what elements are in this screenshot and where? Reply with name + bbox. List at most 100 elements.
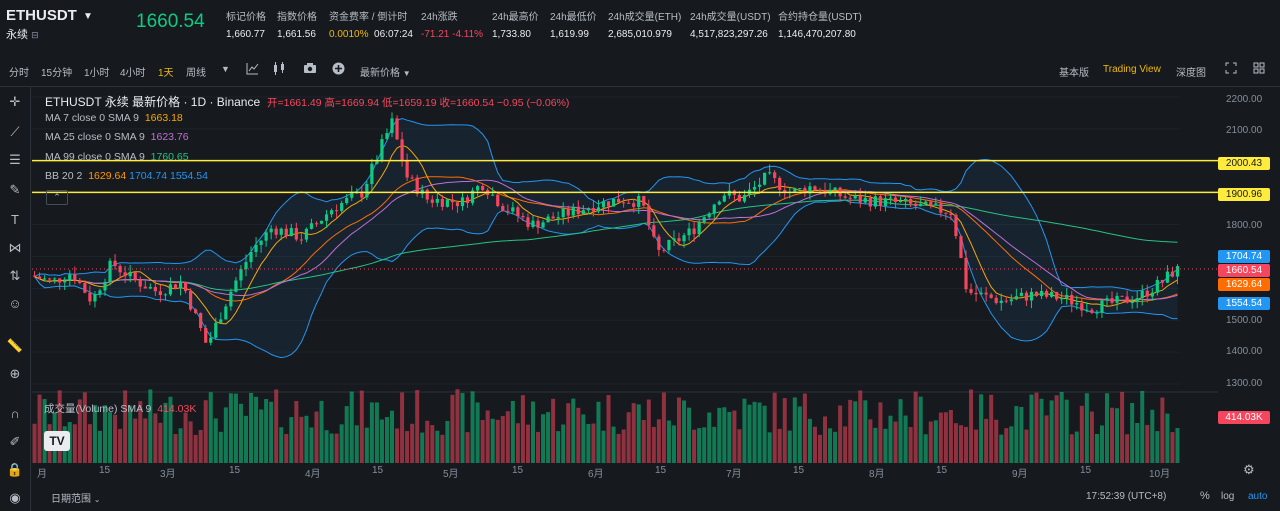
interval-more-icon[interactable]: ▼	[221, 64, 230, 74]
pattern-icon[interactable]: ⋈	[5, 238, 25, 258]
symbol-dropdown-icon[interactable]: ▼	[83, 11, 93, 22]
legend-collapse-icon[interactable]: ⌃	[46, 190, 68, 205]
candle-style-icon[interactable]	[272, 62, 288, 78]
price-chart[interactable]	[32, 87, 1218, 465]
legend-ma7: MA 7 close 0 SMA 9 1663.18	[45, 112, 183, 124]
view-depth[interactable]: 深度图	[1176, 64, 1206, 79]
candle-body	[390, 118, 394, 134]
interval-4h[interactable]: 4小时	[120, 64, 146, 79]
candle-body	[98, 290, 102, 295]
interval-1w[interactable]: 周线	[186, 64, 206, 79]
volume-bar	[460, 392, 465, 463]
candle-body	[742, 195, 747, 202]
volume-bar	[586, 424, 591, 463]
last-price: 1660.54	[136, 11, 205, 32]
volume-bar	[515, 423, 520, 463]
candle-body	[1070, 294, 1074, 305]
volume-bar	[958, 425, 963, 463]
bb-mid-tag: 1629.64	[1218, 278, 1270, 291]
zoom-icon[interactable]: ⊕	[5, 364, 25, 384]
view-tradingview[interactable]: Trading View	[1103, 64, 1161, 75]
interval-1d[interactable]: 1天	[158, 64, 174, 79]
magnet-icon[interactable]: ∩	[5, 404, 25, 424]
volume-bar	[97, 430, 102, 463]
candle-body	[319, 220, 324, 224]
volume-bar	[1125, 434, 1130, 463]
volume-bar	[742, 398, 747, 463]
price-type-select[interactable]: 最新价格 ▼	[360, 64, 411, 79]
volume-bar	[485, 410, 490, 463]
candle-body	[692, 228, 696, 235]
percent-toggle[interactable]: %	[1200, 490, 1210, 502]
measure-icon[interactable]: ⇅	[5, 266, 25, 286]
volume-bar	[223, 407, 228, 463]
trend-line-icon[interactable]: ⟋	[5, 122, 25, 142]
emoji-icon[interactable]: ☺	[5, 294, 25, 314]
camera-icon[interactable]	[303, 62, 317, 77]
volume-bar	[153, 413, 158, 463]
volume-bar	[707, 412, 712, 463]
interval-time[interactable]: 分时	[9, 64, 29, 79]
candle-body	[1160, 279, 1164, 283]
volume-bar	[269, 401, 274, 463]
auto-toggle[interactable]: auto	[1248, 491, 1267, 502]
candle-body	[435, 198, 439, 203]
candle-body	[576, 206, 580, 214]
symbol-name[interactable]: ETHUSDT	[6, 7, 77, 24]
time-axis-tick: 6月	[588, 469, 604, 480]
volume-bar	[1084, 393, 1089, 463]
crosshair-icon[interactable]: ✛	[5, 92, 25, 112]
volume-bar	[928, 421, 933, 463]
interval-15m[interactable]: 15分钟	[41, 64, 72, 79]
candle-body	[395, 118, 399, 140]
candle-body	[697, 222, 701, 235]
volume-bar	[843, 426, 848, 463]
candle-body	[264, 232, 268, 241]
fullscreen-icon[interactable]	[1225, 62, 1237, 77]
volume-bar	[561, 424, 566, 463]
ruler-icon[interactable]: 📏	[5, 336, 25, 356]
candle-body	[1065, 294, 1069, 299]
volume-bar	[324, 430, 329, 463]
add-icon[interactable]	[332, 62, 345, 78]
candle-body	[737, 194, 742, 202]
candle-body	[460, 197, 465, 207]
candle-body	[974, 292, 978, 295]
volume-bar	[823, 416, 828, 463]
text-icon[interactable]: T	[5, 210, 25, 230]
settings-icon[interactable]: ⚙	[1243, 462, 1255, 478]
date-range-button[interactable]: 日期范围 ⌄	[51, 490, 100, 505]
interval-1h[interactable]: 1小时	[84, 64, 110, 79]
horizontal-lines-icon[interactable]: ☰	[5, 150, 25, 170]
volume-bar	[384, 417, 389, 463]
volume-bar	[243, 415, 248, 463]
time-axis-tick: 15	[793, 465, 805, 476]
volume-bar	[898, 399, 903, 463]
lock-drawing-icon[interactable]: ✐	[5, 432, 25, 452]
volume-bar	[974, 429, 979, 463]
candle-body	[949, 213, 953, 215]
lock-icon[interactable]: 🔒	[5, 460, 25, 480]
layout-icon[interactable]	[1253, 62, 1265, 77]
candle-body	[637, 195, 641, 207]
volume-bar	[430, 425, 435, 463]
volume-bar	[228, 393, 233, 463]
view-basic[interactable]: 基本版	[1059, 64, 1089, 79]
volume-bar	[520, 395, 525, 463]
indicators-icon[interactable]	[246, 62, 259, 78]
candle-body	[209, 337, 213, 343]
candle-body	[430, 199, 434, 203]
candle-body	[566, 208, 570, 216]
volume-bar	[656, 419, 661, 463]
candle-body	[924, 201, 928, 204]
candle-body	[999, 300, 1003, 304]
stat-mark-price: 标记价格 1,660.77	[226, 12, 266, 40]
brush-icon[interactable]: ✎	[5, 180, 25, 200]
volume-bar	[606, 395, 611, 463]
candle-body	[944, 212, 948, 214]
volume-bar	[284, 434, 289, 463]
candle-body	[143, 286, 147, 289]
candle-body	[309, 223, 314, 229]
volume-bar	[510, 400, 515, 463]
log-toggle[interactable]: log	[1221, 491, 1234, 502]
